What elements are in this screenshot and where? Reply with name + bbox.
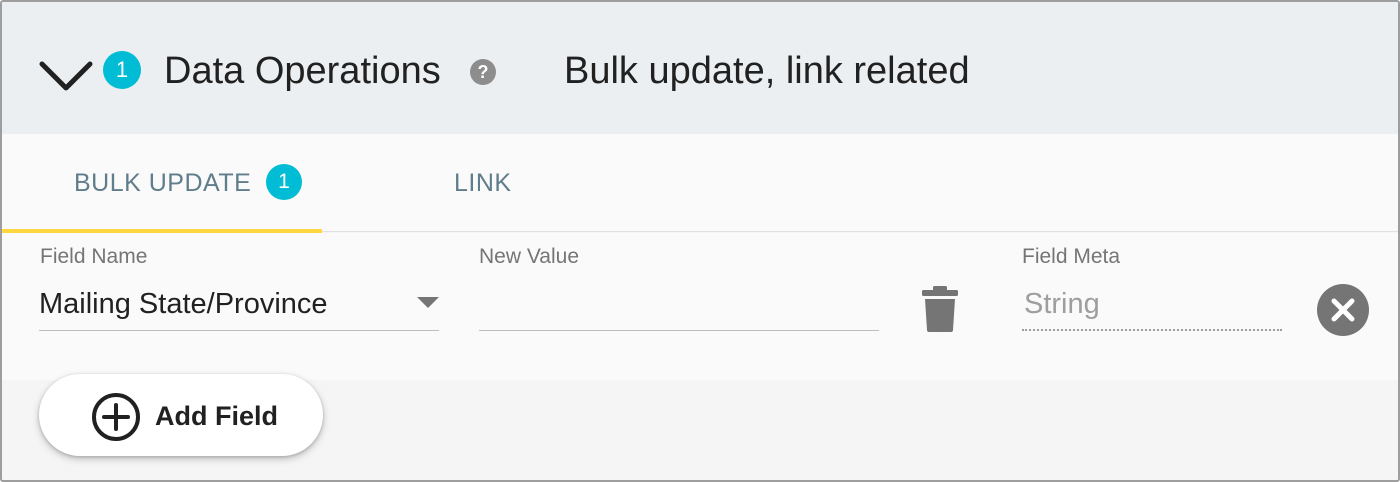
field-meta-display: String: [1022, 283, 1282, 331]
help-icon[interactable]: ?: [470, 59, 496, 85]
close-icon: [1331, 298, 1355, 322]
panel-footer: Add Field: [2, 374, 1398, 480]
panel-header[interactable]: 1 Data Operations ? Bulk update, link re…: [2, 2, 1398, 134]
field-meta-value: String: [1024, 288, 1100, 320]
add-field-button[interactable]: Add Field: [39, 374, 323, 456]
panel-title: Data Operations: [164, 50, 441, 92]
tab-count-badge: 1: [266, 164, 302, 200]
tab-label: LINK: [454, 169, 512, 197]
header-count-badge: 1: [103, 51, 141, 89]
tab-bulk-update[interactable]: BULK UPDATE 1: [2, 134, 322, 233]
tab-label: BULK UPDATE: [74, 169, 252, 197]
field-name-select[interactable]: Mailing State/Province: [39, 283, 439, 331]
chevron-down-icon[interactable]: [38, 50, 94, 94]
field-name-label: Field Name: [40, 245, 148, 268]
remove-row-button[interactable]: [1317, 284, 1369, 336]
data-operations-panel: 1 Data Operations ? Bulk update, link re…: [0, 0, 1400, 482]
add-field-label: Add Field: [155, 401, 278, 431]
tab-link[interactable]: LINK: [402, 134, 582, 232]
field-name-value: Mailing State/Province: [39, 288, 328, 320]
trash-icon[interactable]: [920, 285, 960, 333]
new-value-label: New Value: [479, 245, 579, 268]
add-circle-icon: [92, 393, 140, 441]
caret-down-icon: [417, 297, 439, 308]
tab-bar: BULK UPDATE 1 LINK: [2, 134, 1398, 233]
field-meta-label: Field Meta: [1022, 245, 1121, 268]
panel-summary: Bulk update, link related: [564, 50, 970, 92]
new-value-input[interactable]: [479, 283, 879, 331]
field-row: Field Name New Value Field Meta Mailing …: [2, 233, 1398, 380]
